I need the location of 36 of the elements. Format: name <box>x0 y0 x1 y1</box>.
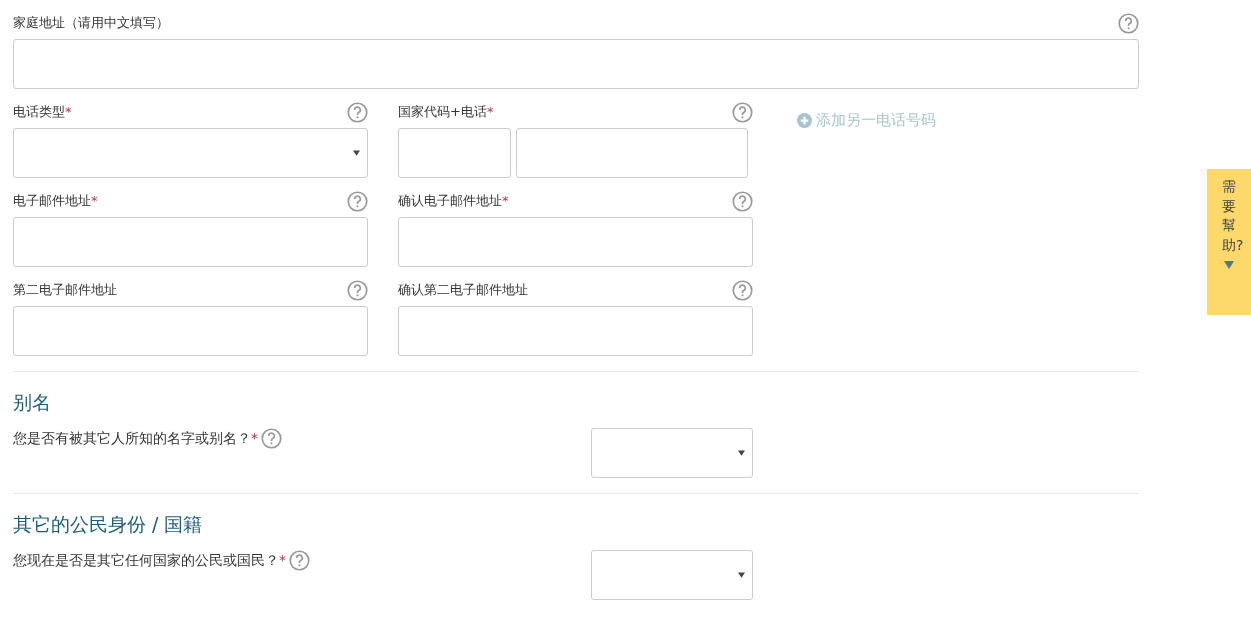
email-field[interactable] <box>13 217 368 267</box>
field-label: 确认电子邮件地址* <box>398 192 509 210</box>
field-label: 国家代码+电话* <box>398 103 494 121</box>
field-label: 家庭地址（请用中文填写） <box>13 14 169 32</box>
question-text: 您是否有被其它人所知的名字或别名？* <box>13 429 258 448</box>
section-title: 别名 <box>13 390 51 415</box>
help-icon[interactable] <box>289 550 310 571</box>
field-label: 电子邮件地址* <box>13 192 98 210</box>
address-field[interactable] <box>13 39 1139 89</box>
section-title: 其它的公民身份 / 国籍 <box>13 512 203 537</box>
caret-icon <box>1224 261 1234 270</box>
dropdown[interactable] <box>13 128 368 178</box>
help-icon[interactable] <box>732 279 753 301</box>
email-field[interactable] <box>398 217 753 267</box>
plus-circle-icon <box>797 113 812 128</box>
help-icon[interactable] <box>261 428 282 449</box>
help-icon[interactable] <box>347 190 368 212</box>
field-label: 电话类型* <box>13 103 72 121</box>
help-icon[interactable] <box>347 101 368 123</box>
dropdown[interactable] <box>591 550 753 600</box>
caret-icon <box>738 450 745 456</box>
help-tab[interactable]: 需要幫助? <box>1207 169 1251 315</box>
question-text: 您现在是否是其它任何国家的公民或国民？* <box>13 551 286 570</box>
email-field[interactable] <box>398 306 753 356</box>
help-icon[interactable] <box>1118 12 1139 34</box>
country-code-field[interactable] <box>398 128 511 178</box>
caret-icon <box>738 572 745 578</box>
field-label: 确认第二电子邮件地址 <box>398 281 528 299</box>
help-icon[interactable] <box>347 279 368 301</box>
email-field[interactable] <box>13 306 368 356</box>
dropdown[interactable] <box>591 428 753 478</box>
field-label: 第二电子邮件地址 <box>13 281 117 299</box>
help-icon[interactable] <box>732 190 753 212</box>
help-icon[interactable] <box>732 101 753 123</box>
phone-field[interactable] <box>516 128 748 178</box>
caret-icon <box>353 150 360 156</box>
